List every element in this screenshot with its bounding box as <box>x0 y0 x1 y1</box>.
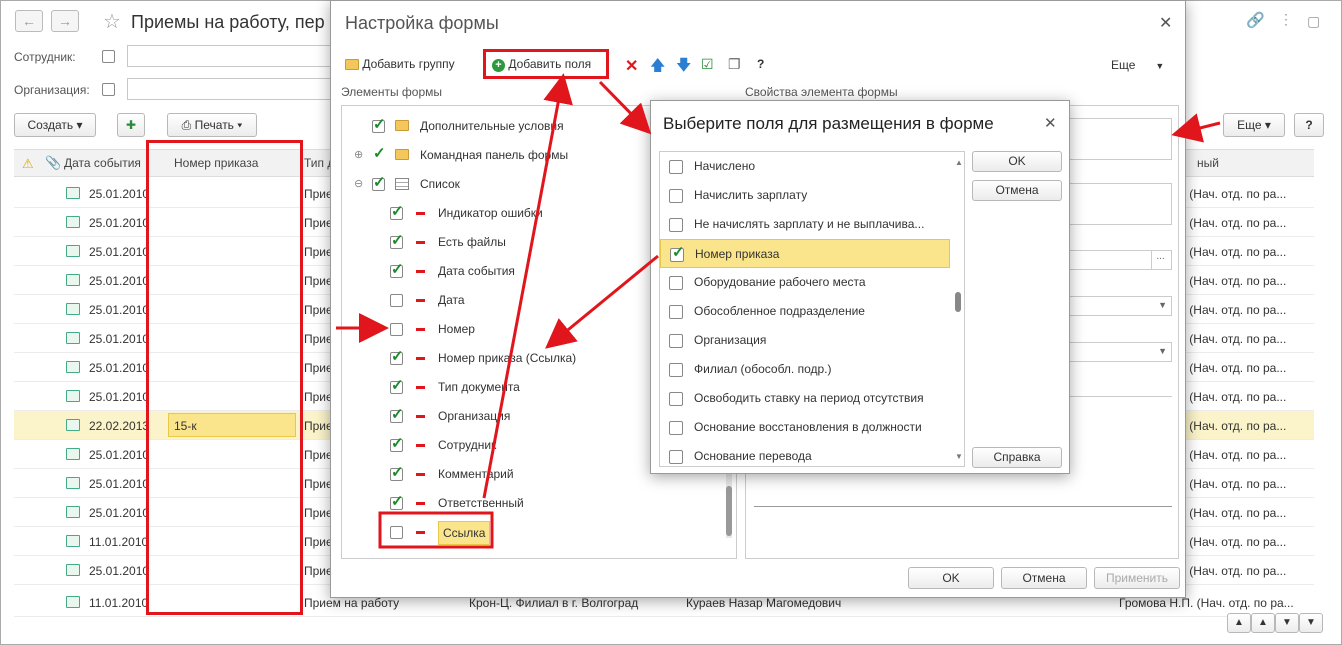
arrow-to-properties <box>1171 113 1221 143</box>
arrow-to-fields-dialog <box>598 80 652 135</box>
arrow-to-order-link <box>545 254 659 349</box>
annotation-arrows <box>336 73 1221 549</box>
arrow-from-link <box>482 73 573 499</box>
highlight-link-item <box>378 511 494 549</box>
